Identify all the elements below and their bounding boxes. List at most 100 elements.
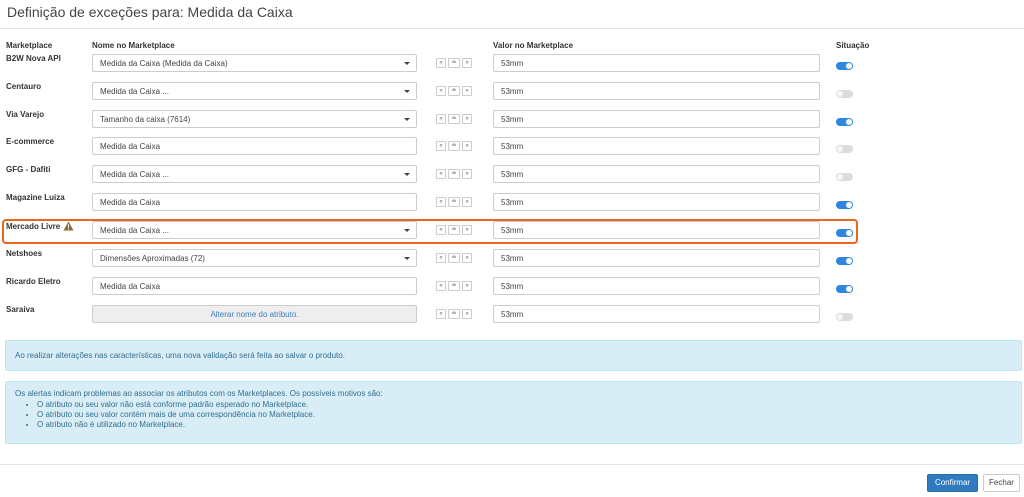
alerts-reason: O atributo ou seu valor contém mais de u… [37,410,1012,420]
copy-right-button[interactable]: » [462,114,472,124]
marketplace-name: Magazine Luiza [6,193,65,202]
marketplace-name: Netshoes [6,249,42,258]
marketplace-name-select[interactable]: Dimensões Aproximadas (72) [92,249,417,267]
status-toggle[interactable] [836,313,853,321]
copy-left-button[interactable]: « [436,114,446,124]
marketplace-label: Centauro [6,82,42,91]
marketplace-label: Netshoes [6,249,43,258]
table-row: Ricardo Eletro Medida da Caixa «≐» 53mm [0,275,1024,302]
toggle-knob [837,91,843,97]
marketplace-name-value: Alterar nome do atributo. [210,310,299,319]
copy-button-group: «≐» [436,197,472,207]
toggle-knob [846,63,852,69]
row-highlight [2,219,858,244]
marketplace-name-select[interactable]: Medida da Caixa ... [92,82,417,100]
validation-notice: Ao realizar alterações nas característic… [5,340,1022,371]
copy-left-button[interactable]: « [436,197,446,207]
marketplace-label: Saraiva [6,305,35,314]
copy-button-group: «≐» [436,141,472,151]
chevron-down-icon [404,90,410,93]
marketplace-value-input[interactable]: 53mm [493,193,820,211]
copy-left-button[interactable]: « [436,169,446,179]
marketplace-name: GFG - Dafiti [6,165,50,174]
status-toggle[interactable] [836,285,853,293]
copy-left-button[interactable]: « [436,58,446,68]
marketplace-value-input[interactable]: 53mm [493,277,820,295]
marketplace-value-input[interactable]: 53mm [493,249,820,267]
copy-button-group: «≐» [436,281,472,291]
copy-right-button[interactable]: » [462,197,472,207]
dialog-title: Definição de exceções para: Medida da Ca… [7,4,293,20]
status-toggle[interactable] [836,90,853,98]
copy-equal-button[interactable]: ≐ [448,86,460,96]
toggle-knob [837,146,843,152]
marketplace-label: Magazine Luiza [6,193,65,202]
marketplace-name-select[interactable]: Medida da Caixa (Medida da Caixa) [92,54,417,72]
marketplace-name-select[interactable]: Medida da Caixa ... [92,165,417,183]
copy-equal-button[interactable]: ≐ [448,281,460,291]
table-row: Saraiva Alterar nome do atributo. «≐» 53mm [0,303,1024,330]
status-toggle[interactable] [836,62,853,70]
copy-right-button[interactable]: » [462,281,472,291]
marketplace-value-input[interactable]: 53mm [493,110,820,128]
copy-button-group: «≐» [436,253,472,263]
copy-equal-button[interactable]: ≐ [448,253,460,263]
marketplace-name-input[interactable]: Medida da Caixa [92,277,417,295]
copy-left-button[interactable]: « [436,86,446,96]
copy-equal-button[interactable]: ≐ [448,58,460,68]
close-button[interactable]: Fechar [983,474,1020,492]
copy-button-group: «≐» [436,86,472,96]
marketplace-name: Centauro [6,82,41,91]
status-toggle[interactable] [836,118,853,126]
copy-right-button[interactable]: » [462,253,472,263]
column-header-name: Nome no Marketplace [92,41,175,50]
copy-equal-button[interactable]: ≐ [448,169,460,179]
marketplace-name-input[interactable]: Medida da Caixa [92,137,417,155]
status-toggle[interactable] [836,173,853,181]
title-divider [0,28,1024,29]
copy-left-button[interactable]: « [436,281,446,291]
marketplace-value-input[interactable]: 53mm [493,305,820,323]
copy-equal-button[interactable]: ≐ [448,309,460,319]
marketplace-value-input[interactable]: 53mm [493,137,820,155]
copy-left-button[interactable]: « [436,141,446,151]
table-row: Magazine Luiza Medida da Caixa «≐» 53mm [0,191,1024,218]
marketplace-name: Via Varejo [6,110,44,119]
marketplace-name-value: Dimensões Aproximadas (72) [100,254,205,263]
copy-button-group: «≐» [436,309,472,319]
marketplace-label: GFG - Dafiti [6,165,51,174]
marketplace-label: Via Varejo [6,110,45,119]
copy-right-button[interactable]: » [462,86,472,96]
status-toggle[interactable] [836,257,853,265]
copy-right-button[interactable]: » [462,58,472,68]
table-row: E-commerce Medida da Caixa «≐» 53mm [0,135,1024,162]
copy-right-button[interactable]: » [462,141,472,151]
alerts-intro: Os alertas indicam problemas ao associar… [15,389,383,398]
marketplace-value-input[interactable]: 53mm [493,82,820,100]
status-toggle[interactable] [836,201,853,209]
column-header-value: Valor no Marketplace [493,41,574,50]
copy-equal-button[interactable]: ≐ [448,197,460,207]
marketplace-name-input[interactable]: Medida da Caixa [92,193,417,211]
marketplace-name-value: Medida da Caixa ... [100,87,169,96]
copy-right-button[interactable]: » [462,309,472,319]
copy-right-button[interactable]: » [462,169,472,179]
copy-left-button[interactable]: « [436,253,446,263]
column-header-marketplace: Marketplace [6,41,53,50]
marketplace-value-input[interactable]: 53mm [493,165,820,183]
rename-attribute-field[interactable]: Alterar nome do atributo. [92,305,417,323]
marketplace-name-value: Medida da Caixa ... [100,170,169,179]
toggle-knob [846,119,852,125]
column-header-status: Situação [836,41,870,50]
copy-equal-button[interactable]: ≐ [448,141,460,151]
chevron-down-icon [404,173,410,176]
marketplace-value-input[interactable]: 53mm [493,54,820,72]
marketplace-label: Ricardo Eletro [6,277,61,286]
marketplace-name-value: Medida da Caixa [100,198,161,207]
copy-equal-button[interactable]: ≐ [448,114,460,124]
copy-left-button[interactable]: « [436,309,446,319]
confirm-button[interactable]: Confirmar [927,474,978,492]
marketplace-name-value: Tamanho da caixa (7614) [100,115,191,124]
marketplace-name-select[interactable]: Tamanho da caixa (7614) [92,110,417,128]
status-toggle[interactable] [836,145,853,153]
